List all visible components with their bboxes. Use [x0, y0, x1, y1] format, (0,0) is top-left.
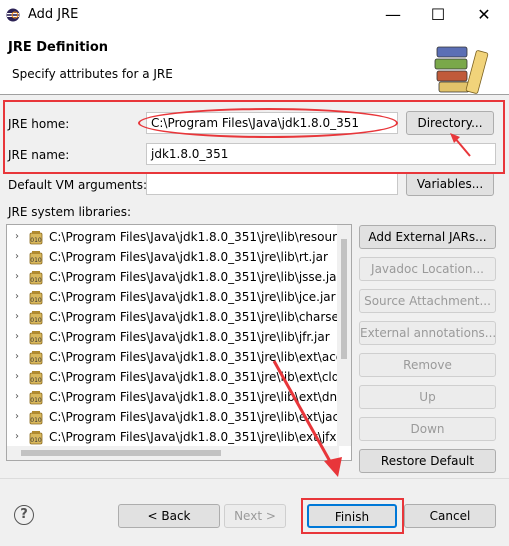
- svg-text:010: 010: [30, 357, 42, 364]
- jar-file-icon: 010: [29, 230, 43, 245]
- javadoc-location-button[interactable]: Javadoc Location...: [359, 257, 496, 281]
- jar-file-icon: 010: [29, 290, 43, 305]
- expand-chevron-icon[interactable]: ›: [15, 347, 19, 367]
- svg-text:010: 010: [30, 377, 42, 384]
- content-area: JRE home: C:\Program Files\Java\jdk1.8.0…: [0, 95, 509, 478]
- library-path: C:\Program Files\Java\jdk1.8.0_351\jre\l…: [49, 290, 336, 304]
- highlight-box-finish: [301, 498, 404, 534]
- wizard-header: JRE Definition Specify attributes for a …: [0, 31, 509, 95]
- maximize-button[interactable]: ☐: [415, 0, 461, 30]
- expand-chevron-icon[interactable]: ›: [15, 367, 19, 387]
- expand-chevron-icon[interactable]: ›: [15, 427, 19, 447]
- scroll-thumb[interactable]: [21, 450, 221, 456]
- library-path: C:\Program Files\Java\jdk1.8.0_351\jre\l…: [49, 330, 330, 344]
- jar-file-icon: 010: [29, 430, 43, 445]
- library-row[interactable]: › 010 C:\Program Files\Java\jdk1.8.0_351\j…: [7, 287, 337, 307]
- svg-text:010: 010: [30, 417, 42, 424]
- down-button[interactable]: Down: [359, 417, 496, 441]
- title-bar: Add JRE — ☐ ✕: [0, 0, 509, 31]
- expand-chevron-icon[interactable]: ›: [15, 387, 19, 407]
- svg-text:010: 010: [30, 397, 42, 404]
- next-button[interactable]: Next >: [224, 504, 286, 528]
- library-row[interactable]: › 010 C:\Program Files\Java\jdk1.8.0_351\j…: [7, 267, 341, 287]
- expand-chevron-icon[interactable]: ›: [15, 407, 19, 427]
- page-title: JRE Definition: [8, 40, 109, 55]
- external-annotations-button[interactable]: External annotations...: [359, 321, 496, 345]
- libraries-label: JRE system libraries:: [8, 205, 131, 219]
- jar-file-icon: 010: [29, 270, 43, 285]
- library-row[interactable]: › 010 C:\Program Files\Java\jdk1.8.0_351\j…: [7, 227, 337, 247]
- wizard-footer: ? < Back Next > Finish Cancel: [0, 478, 509, 546]
- window-title: Add JRE: [28, 7, 79, 22]
- scroll-thumb[interactable]: [341, 239, 347, 359]
- expand-chevron-icon[interactable]: ›: [15, 247, 19, 267]
- variables-button[interactable]: Variables...: [406, 172, 494, 196]
- up-button[interactable]: Up: [359, 385, 496, 409]
- help-icon[interactable]: ?: [14, 505, 34, 525]
- jar-file-icon: 010: [29, 310, 43, 325]
- library-path: C:\Program Files\Java\jdk1.8.0_351\jre\l…: [49, 310, 344, 324]
- highlight-oval-jre-home: [138, 108, 398, 138]
- annotation-arrow-icon: [272, 360, 342, 477]
- svg-text:010: 010: [30, 317, 42, 324]
- library-row[interactable]: › 010 C:\Program Files\Java\jdk1.8.0_351\j…: [7, 327, 337, 347]
- add-external-jars-button[interactable]: Add External JARs...: [359, 225, 496, 249]
- expand-chevron-icon[interactable]: ›: [15, 287, 19, 307]
- jar-file-icon: 010: [29, 350, 43, 365]
- jar-file-icon: 010: [29, 390, 43, 405]
- library-path: C:\Program Files\Java\jdk1.8.0_351\jre\l…: [49, 230, 337, 244]
- svg-text:010: 010: [30, 297, 42, 304]
- library-path: C:\Program Files\Java\jdk1.8.0_351\jre\l…: [49, 250, 328, 264]
- svg-text:010: 010: [30, 437, 42, 444]
- cancel-button[interactable]: Cancel: [404, 504, 496, 528]
- svg-text:010: 010: [30, 257, 42, 264]
- close-button[interactable]: ✕: [461, 0, 507, 30]
- annotation-arrow-icon: [450, 133, 471, 157]
- jar-file-icon: 010: [29, 410, 43, 425]
- library-row[interactable]: › 010 C:\Program Files\Java\jdk1.8.0_351\j…: [7, 307, 344, 327]
- minimize-button[interactable]: —: [370, 0, 416, 30]
- restore-default-button[interactable]: Restore Default: [359, 449, 496, 473]
- expand-chevron-icon[interactable]: ›: [15, 307, 19, 327]
- jar-file-icon: 010: [29, 250, 43, 265]
- library-row[interactable]: › 010 C:\Program Files\Java\jdk1.8.0_351\j…: [7, 247, 337, 267]
- library-path: C:\Program Files\Java\jdk1.8.0_351\jre\l…: [49, 270, 342, 284]
- library-books-icon: [434, 46, 489, 94]
- expand-chevron-icon[interactable]: ›: [15, 267, 19, 287]
- eclipse-app-icon: [6, 8, 20, 22]
- jar-file-icon: 010: [29, 330, 43, 345]
- remove-button[interactable]: Remove: [359, 353, 496, 377]
- back-button[interactable]: < Back: [118, 504, 220, 528]
- source-attachment-button[interactable]: Source Attachment...: [359, 289, 496, 313]
- expand-chevron-icon[interactable]: ›: [15, 227, 19, 247]
- svg-text:010: 010: [30, 337, 42, 344]
- svg-text:010: 010: [30, 277, 42, 284]
- page-description: Specify attributes for a JRE: [12, 67, 173, 81]
- jar-file-icon: 010: [29, 370, 43, 385]
- expand-chevron-icon[interactable]: ›: [15, 327, 19, 347]
- vm-arguments-input[interactable]: [146, 173, 398, 195]
- svg-text:010: 010: [30, 237, 42, 244]
- vm-arguments-label: Default VM arguments:: [8, 178, 148, 192]
